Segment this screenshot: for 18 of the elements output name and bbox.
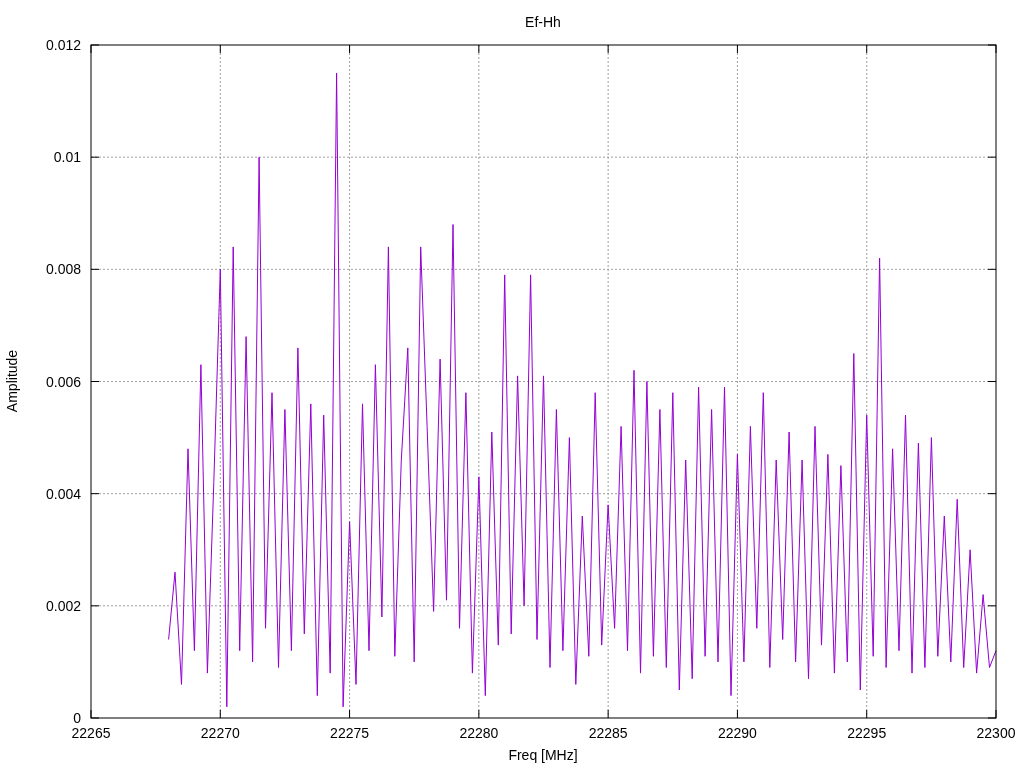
x-tick-label: 22280 bbox=[459, 725, 499, 741]
y-tick-label: 0.012 bbox=[45, 37, 81, 53]
y-tick-label: 0.002 bbox=[45, 597, 81, 614]
x-tick-label: 22265 bbox=[71, 725, 111, 741]
y-tick-label: 0.004 bbox=[45, 485, 81, 502]
x-axis-title: Freq [MHz] bbox=[508, 747, 578, 763]
x-tick-label: 22300 bbox=[976, 725, 1016, 741]
x-tick-label: 22270 bbox=[200, 725, 240, 741]
x-tick-label: 22275 bbox=[330, 725, 370, 741]
y-tick-label: 0.006 bbox=[45, 373, 81, 390]
x-tick-label: 22290 bbox=[717, 725, 757, 741]
chart-title: Ef-Hh bbox=[525, 14, 561, 30]
y-tick-label: 0.01 bbox=[53, 149, 81, 166]
y-tick-label: 0.008 bbox=[45, 261, 81, 278]
y-axis-title: Amplitude bbox=[4, 349, 20, 413]
x-tick-label: 22285 bbox=[588, 725, 628, 741]
x-tick-label: 22295 bbox=[847, 725, 887, 741]
y-tick-label: 0 bbox=[73, 710, 81, 726]
